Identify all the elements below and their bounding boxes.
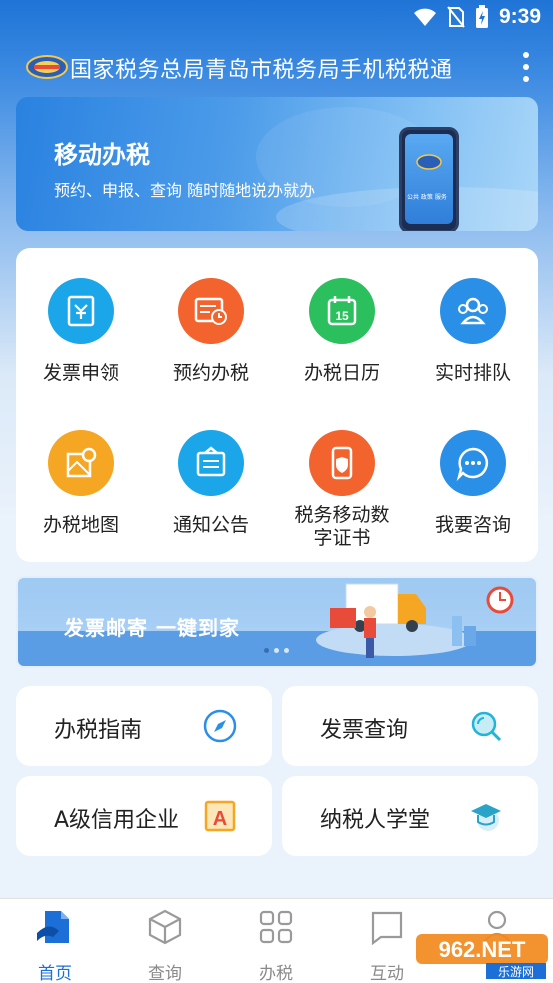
watermark-sub: 乐游网: [498, 965, 534, 979]
queue-icon: [440, 278, 506, 344]
carousel-dot[interactable]: [274, 648, 279, 653]
phone-caption: 公共 政策 服务: [407, 194, 447, 201]
service-label: 实时排队: [434, 362, 511, 384]
service-consult[interactable]: 我要咨询: [408, 430, 538, 537]
service-tax-calendar[interactable]: 15 办税日历: [277, 278, 407, 385]
calendar-day: 15: [335, 309, 349, 323]
calendar-icon: 15: [309, 278, 375, 344]
service-digital-certificate[interactable]: 税务移动数 字证书: [277, 430, 407, 550]
tile-taxpayer-school[interactable]: 纳税人学堂: [282, 776, 538, 856]
notice-icon: [178, 430, 244, 496]
site-watermark-logo: 962.NET 乐游网: [416, 934, 548, 979]
service-label: 我要咨询: [434, 514, 511, 536]
service-live-queue[interactable]: 实时排队: [408, 278, 538, 385]
nav-label: 查询: [148, 964, 182, 983]
grid-apps-icon: [259, 910, 293, 944]
hero-banner[interactable]: 移动办税 预约、申报、查询 随时随地说办就办 公共 政策 服务: [16, 97, 538, 231]
tile-a-credit-enterprise[interactable]: A级信用企业 A: [16, 776, 272, 856]
banner-title: 移动办税: [54, 141, 150, 169]
nav-home[interactable]: 首页: [10, 907, 100, 983]
magnifier-icon: [471, 711, 502, 742]
credit-a-icon: A: [204, 800, 236, 832]
service-label: 通知公告: [172, 514, 249, 536]
consult-icon: [440, 430, 506, 496]
wifi-icon: [413, 8, 436, 26]
home-doc-icon: [37, 911, 69, 943]
status-bar: 9:39: [0, 0, 553, 38]
app-logo: [26, 55, 68, 79]
phone-logo-icon: [416, 154, 442, 170]
chat-frame-icon: [371, 911, 403, 946]
watermark-text: 962.NET: [439, 937, 526, 962]
service-notices[interactable]: 通知公告: [146, 430, 276, 537]
no-sim-icon: [447, 6, 465, 28]
certificate-icon: [309, 430, 375, 496]
tile-tax-guide[interactable]: 办税指南: [16, 686, 272, 766]
graduation-cap-icon: [471, 804, 501, 831]
carousel-dot[interactable]: [264, 648, 269, 653]
battery-charging-icon: [475, 5, 488, 28]
status-time: 9:39: [498, 5, 541, 28]
more-dot-icon: [523, 52, 529, 58]
tile-label: A级信用企业: [54, 808, 180, 833]
carousel-indicator: [264, 648, 289, 653]
more-dot-icon: [523, 76, 529, 82]
appointment-icon: [178, 278, 244, 344]
app-title: 国家税务总局青岛市税务局手机税税通: [70, 58, 453, 83]
service-grid: 发票申领 预约办税 15 办税日历 实时排队 办税地图 通知公告 税务移动数 字…: [16, 248, 538, 562]
promo-banner[interactable]: 发票邮寄 一键到家: [16, 576, 538, 668]
service-invoice-apply[interactable]: 发票申领: [16, 278, 146, 385]
carousel-dot[interactable]: [284, 648, 289, 653]
promo-text: 发票邮寄 一键到家: [64, 616, 240, 640]
service-label: 办税地图: [42, 514, 119, 536]
banner-subtitle: 预约、申报、查询 随时随地说办就办: [54, 181, 316, 200]
invoice-icon: [48, 278, 114, 344]
more-menu-button[interactable]: [521, 52, 531, 82]
svg-text:A: A: [213, 808, 227, 830]
phone-illustration: 公共 政策 服务: [399, 127, 459, 231]
delivery-truck-illustration: [316, 583, 514, 658]
service-label: 办税日历: [303, 362, 380, 384]
tile-label: 纳税人学堂: [320, 808, 431, 833]
more-dot-icon: [523, 64, 529, 70]
nav-label: 首页: [38, 964, 72, 983]
cube-icon: [148, 909, 182, 945]
nav-tax-services[interactable]: 办税: [231, 907, 321, 983]
nav-query[interactable]: 查询: [120, 907, 210, 983]
service-label: 发票申领: [42, 362, 119, 384]
nav-label: 办税: [259, 964, 293, 983]
map-icon: [48, 430, 114, 496]
compass-icon: [203, 709, 237, 743]
tile-invoice-query[interactable]: 发票查询: [282, 686, 538, 766]
service-label: 税务移动数 字证书: [294, 504, 390, 549]
service-appointment[interactable]: 预约办税: [146, 278, 276, 385]
service-label: 预约办税: [172, 362, 249, 384]
tile-label: 办税指南: [54, 718, 143, 743]
tile-label: 发票查询: [320, 718, 409, 743]
service-tax-map[interactable]: 办税地图: [16, 430, 146, 537]
app-bar: 国家税务总局青岛市税务局手机税税通: [0, 38, 553, 96]
